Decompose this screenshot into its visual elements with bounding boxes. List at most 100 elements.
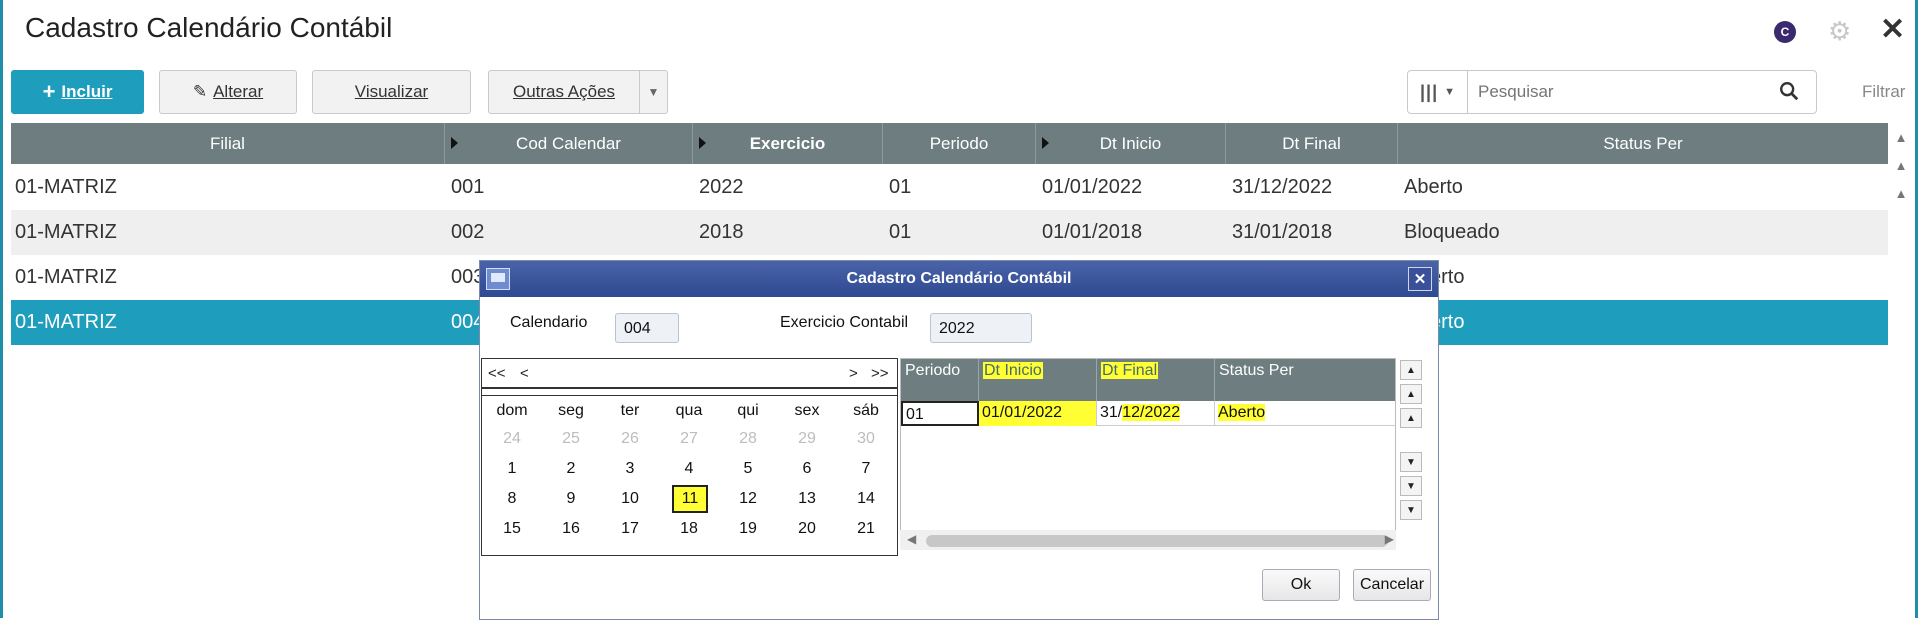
day-cell[interactable]: 9: [542, 485, 600, 513]
close-icon[interactable]: ✕: [1880, 12, 1905, 47]
day-cell[interactable]: 8: [483, 485, 541, 513]
close-icon[interactable]: ✕: [1408, 267, 1432, 291]
status-per-value: Aberto: [1218, 404, 1266, 421]
scroll-top-icon[interactable]: ▲: [1888, 123, 1914, 151]
cell-dt-inicio[interactable]: 01/01/2022: [979, 401, 1097, 426]
alterar-button[interactable]: ✎ Alterar: [159, 70, 297, 114]
day-cell[interactable]: 16: [542, 515, 600, 543]
search-icon[interactable]: [1778, 80, 1800, 102]
table-row[interactable]: 01-MATRIZ 002 2018 01 01/01/2018 31/01/2…: [11, 210, 1888, 255]
dialog-title-bar[interactable]: Cadastro Calendário Contábil ✕: [480, 261, 1438, 297]
dt-final-day: 31/: [1100, 404, 1123, 421]
cancelar-button[interactable]: Cancelar: [1353, 569, 1431, 601]
day-cell[interactable]: 17: [601, 515, 659, 543]
day-cell[interactable]: 3: [601, 455, 659, 483]
scroll-page-down-icon[interactable]: ▼: [1400, 476, 1422, 496]
col-status-per[interactable]: Status Per: [1215, 359, 1395, 401]
cell-dt-final: 31/12/2022: [1232, 176, 1333, 198]
ok-button[interactable]: Ok: [1262, 569, 1340, 601]
col-dt-inicio[interactable]: Dt Inicio: [1036, 123, 1226, 164]
visualizar-button[interactable]: Visualizar: [312, 70, 471, 114]
incluir-label: Incluir: [61, 82, 113, 101]
day-cell[interactable]: 6: [778, 455, 836, 483]
calendario-field[interactable]: 004: [615, 313, 679, 343]
col-periodo[interactable]: Periodo: [883, 123, 1036, 164]
day-cell[interactable]: 10: [601, 485, 659, 513]
search-input[interactable]: [1476, 81, 1766, 103]
cell-status-per: Aberto: [1404, 176, 1463, 198]
cell-status-per[interactable]: Aberto: [1215, 401, 1395, 426]
periods-vscrollbar[interactable]: ▲ ▲ ▲ ▼ ▼ ▼: [1398, 358, 1424, 528]
scroll-top-icon[interactable]: ▲: [1400, 360, 1422, 380]
scroll-page-up-icon[interactable]: ▲: [1888, 151, 1914, 179]
day-cell-today[interactable]: 11: [672, 485, 708, 513]
user-avatar-icon[interactable]: C: [1774, 21, 1796, 43]
scroll-thumb[interactable]: [926, 535, 1388, 547]
col-dt-final[interactable]: Dt Final: [1097, 359, 1215, 401]
day-cell[interactable]: 27: [660, 425, 718, 453]
cell-dt-final[interactable]: 31/12/2022: [1097, 401, 1215, 426]
day-cell[interactable]: 5: [719, 455, 777, 483]
chevron-down-icon: ▼: [1444, 86, 1455, 98]
grid-scrollbar[interactable]: ▲ ▲ ▲: [1888, 123, 1914, 213]
day-cell[interactable]: 20: [778, 515, 836, 543]
dialog-title: Cadastro Calendário Contábil: [846, 270, 1072, 287]
scroll-up-icon[interactable]: ▲: [1400, 408, 1422, 428]
day-cell[interactable]: 24: [483, 425, 541, 453]
visualizar-label: Visualizar: [354, 82, 429, 101]
col-dt-final[interactable]: Dt Final: [1226, 123, 1398, 164]
table-row[interactable]: 01-MATRIZ 001 2022 01 01/01/2022 31/12/2…: [11, 165, 1888, 210]
columns-selector[interactable]: ||| ▼: [1408, 71, 1468, 113]
outras-acoes-label: Outras Ações: [512, 82, 616, 101]
scroll-page-up-icon[interactable]: ▲: [1400, 384, 1422, 404]
day-cell[interactable]: 1: [483, 455, 541, 483]
day-cell[interactable]: 2: [542, 455, 600, 483]
col-status-per[interactable]: Status Per: [1398, 123, 1888, 164]
day-cell[interactable]: 15: [483, 515, 541, 543]
col-dt-inicio[interactable]: Dt Inicio: [979, 359, 1097, 401]
weekday: qua: [675, 402, 703, 419]
periods-row[interactable]: 01 01/01/2022 31/12/2022 Aberto: [901, 401, 1395, 426]
next-month-button[interactable]: >: [849, 365, 858, 382]
day-cell[interactable]: 13: [778, 485, 836, 513]
incluir-button[interactable]: + Incluir: [11, 70, 144, 114]
day-cell[interactable]: 14: [837, 485, 895, 513]
window-left-border: [0, 0, 3, 618]
scroll-left-icon[interactable]: ◀: [907, 532, 916, 546]
day-cell[interactable]: 21: [837, 515, 895, 543]
scroll-up-icon[interactable]: ▲: [1888, 179, 1914, 207]
col-dt-final-label: Dt Final: [1101, 362, 1159, 379]
day-cell[interactable]: 28: [719, 425, 777, 453]
day-cell[interactable]: 29: [778, 425, 836, 453]
weekday: sáb: [853, 402, 879, 419]
prev-month-button[interactable]: <: [520, 365, 529, 382]
day-cell[interactable]: 18: [660, 515, 718, 543]
filtrar-link[interactable]: Filtrar: [1862, 82, 1905, 102]
col-dt-inicio-label: Dt Inicio: [983, 362, 1043, 379]
scroll-bottom-icon[interactable]: ▼: [1400, 500, 1422, 520]
cell-periodo[interactable]: 01: [901, 401, 979, 426]
plus-icon: +: [42, 79, 56, 104]
prev-year-button[interactable]: <<: [488, 365, 506, 382]
col-periodo[interactable]: Periodo: [901, 359, 979, 401]
chevron-down-icon[interactable]: ▼: [639, 70, 667, 114]
scroll-right-icon[interactable]: ▶: [1385, 532, 1394, 546]
periods-hscrollbar[interactable]: ◀ ▶: [900, 530, 1396, 550]
day-cell[interactable]: 19: [719, 515, 777, 543]
col-exercicio[interactable]: Exercicio: [693, 123, 883, 164]
gear-icon[interactable]: ⚙: [1828, 16, 1851, 47]
day-cell[interactable]: 4: [660, 455, 718, 483]
next-year-button[interactable]: >>: [871, 365, 889, 382]
scroll-down-icon[interactable]: ▼: [1400, 452, 1422, 472]
col-cod-calendar[interactable]: Cod Calendar: [445, 123, 693, 164]
day-cell[interactable]: 30: [837, 425, 895, 453]
outras-acoes-button[interactable]: Outras Ações ▼: [488, 70, 668, 114]
col-filial[interactable]: Filial: [11, 123, 445, 164]
exercicio-field[interactable]: 2022: [930, 313, 1032, 343]
day-cell[interactable]: 25: [542, 425, 600, 453]
day-cell[interactable]: 7: [837, 455, 895, 483]
day-cell[interactable]: 26: [601, 425, 659, 453]
cell-filial: 01-MATRIZ: [15, 221, 117, 243]
day-cell[interactable]: 12: [719, 485, 777, 513]
weekday: ter: [620, 402, 640, 419]
